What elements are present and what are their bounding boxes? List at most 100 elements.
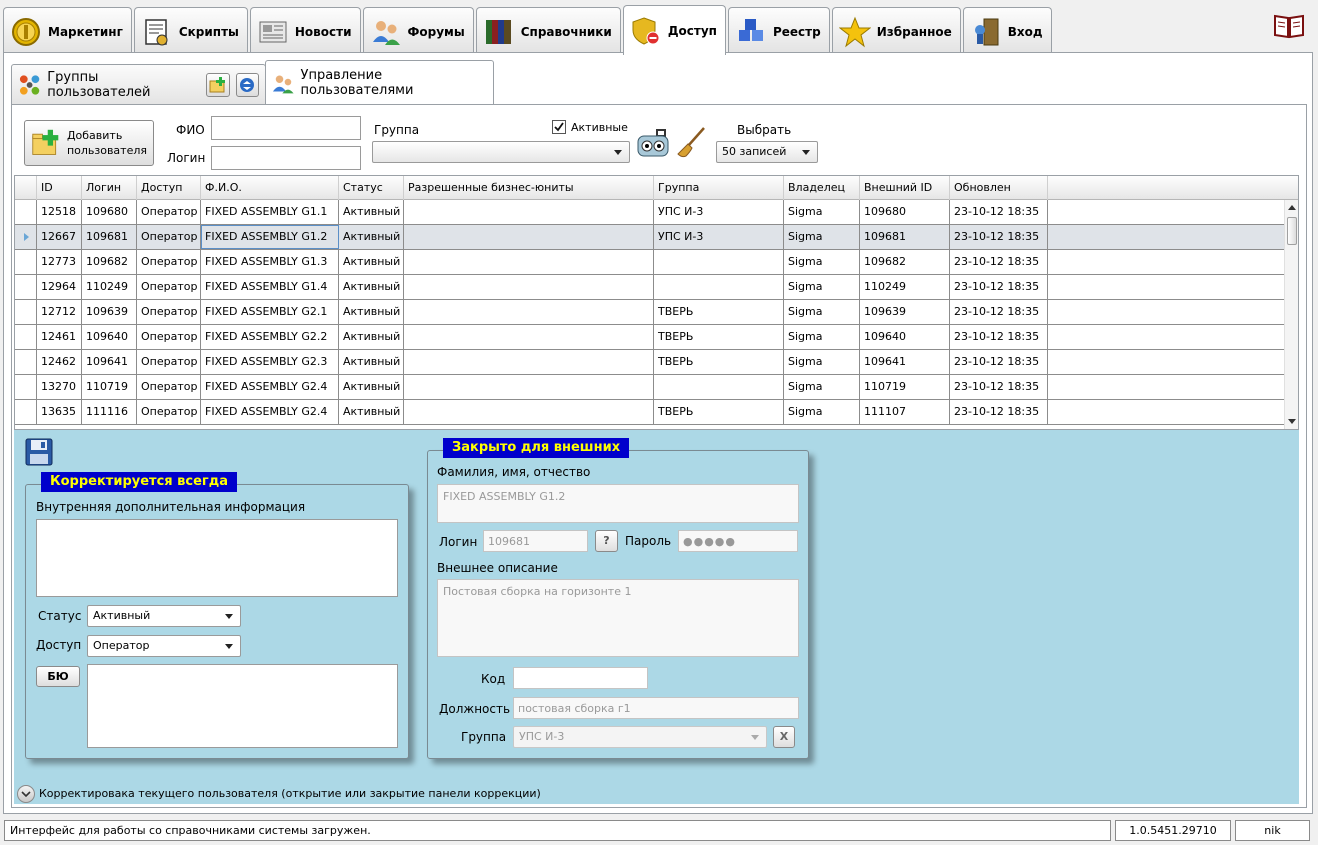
cell-login[interactable]: 109641	[82, 350, 137, 374]
cell-owner[interactable]: Sigma	[784, 300, 860, 324]
cell-updated[interactable]: 23-10-12 18:35	[950, 400, 1048, 424]
cell-business-units[interactable]	[404, 225, 654, 249]
search-robot-icon[interactable]	[636, 126, 670, 160]
cell-updated[interactable]: 23-10-12 18:35	[950, 350, 1048, 374]
cell-status[interactable]: Активный	[339, 325, 404, 349]
cell-id[interactable]: 13270	[37, 375, 82, 399]
table-row[interactable]: 12667 109681 Оператор FIXED ASSEMBLY G1.2 Ак…	[15, 225, 1285, 250]
cell-access[interactable]: Оператор	[137, 250, 201, 274]
cell-status[interactable]: Активный	[339, 300, 404, 324]
cell-id[interactable]: 12667	[37, 225, 82, 249]
table-row[interactable]: 13270 110719 Оператор FIXED ASSEMBLY G2.4 Ак…	[15, 375, 1285, 400]
cell-business-units[interactable]	[404, 300, 654, 324]
login-help-button[interactable]: ?	[595, 530, 618, 552]
cell-owner[interactable]: Sigma	[784, 250, 860, 274]
cell-group[interactable]: ТВЕРЬ	[654, 400, 784, 424]
cell-id[interactable]: 12461	[37, 325, 82, 349]
table-row[interactable]: 12773 109682 Оператор FIXED ASSEMBLY G1.3 Ак…	[15, 250, 1285, 275]
code-field[interactable]	[513, 667, 648, 689]
cell-id[interactable]: 13635	[37, 400, 82, 424]
cell-external-id[interactable]: 110249	[860, 275, 950, 299]
table-row[interactable]: 12964 110249 Оператор FIXED ASSEMBLY G1.4 Ак…	[15, 275, 1285, 300]
cell-fio[interactable]: FIXED ASSEMBLY G2.3	[201, 350, 339, 374]
cell-fio[interactable]: FIXED ASSEMBLY G1.4	[201, 275, 339, 299]
cell-login[interactable]: 110719	[82, 375, 137, 399]
cell-access[interactable]: Оператор	[137, 350, 201, 374]
cell-fio[interactable]: FIXED ASSEMBLY G2.4	[201, 400, 339, 424]
cell-filler[interactable]	[1048, 300, 1285, 324]
cell-business-units[interactable]	[404, 325, 654, 349]
cell-filler[interactable]	[1048, 275, 1285, 299]
cell-fio[interactable]: FIXED ASSEMBLY G2.4	[201, 375, 339, 399]
cell-business-units[interactable]	[404, 275, 654, 299]
cell-group[interactable]	[654, 275, 784, 299]
cell-owner[interactable]: Sigma	[784, 375, 860, 399]
cell-external-id[interactable]: 109639	[860, 300, 950, 324]
cell-login[interactable]: 109680	[82, 200, 137, 224]
expander-toggle[interactable]	[17, 785, 35, 803]
cell-filler[interactable]	[1048, 375, 1285, 399]
book-help-icon[interactable]	[1273, 13, 1305, 39]
cell-id[interactable]: 12462	[37, 350, 82, 374]
cell-login[interactable]: 109639	[82, 300, 137, 324]
column-header-login[interactable]: Логин	[82, 176, 137, 200]
row-header[interactable]	[15, 275, 37, 299]
cell-updated[interactable]: 23-10-12 18:35	[950, 375, 1048, 399]
add-group-button[interactable]	[206, 72, 230, 97]
cell-access[interactable]: Оператор	[137, 375, 201, 399]
group-filter-select[interactable]	[372, 141, 630, 163]
cell-login[interactable]: 109682	[82, 250, 137, 274]
cell-status[interactable]: Активный	[339, 200, 404, 224]
cell-owner[interactable]: Sigma	[784, 225, 860, 249]
row-header[interactable]	[15, 250, 37, 274]
tab-news[interactable]: Новости	[249, 7, 361, 55]
column-header-id[interactable]: ID	[37, 176, 82, 200]
cell-filler[interactable]	[1048, 225, 1285, 249]
cell-external-id[interactable]: 109682	[860, 250, 950, 274]
table-row[interactable]: 12712 109639 Оператор FIXED ASSEMBLY G2.1 Ак…	[15, 300, 1285, 325]
tab-access[interactable]: Доступ	[622, 5, 726, 55]
cell-fio[interactable]: FIXED ASSEMBLY G2.2	[201, 325, 339, 349]
cell-status[interactable]: Активный	[339, 350, 404, 374]
cell-login[interactable]: 110249	[82, 275, 137, 299]
cell-group[interactable]: УПС И-3	[654, 200, 784, 224]
scroll-down-arrow[interactable]	[1288, 419, 1296, 424]
cell-group[interactable]: УПС И-3	[654, 225, 784, 249]
cell-external-id[interactable]: 109641	[860, 350, 950, 374]
cell-owner[interactable]: Sigma	[784, 350, 860, 374]
row-header[interactable]	[15, 200, 37, 224]
access-select[interactable]: Оператор	[87, 635, 241, 657]
row-header[interactable]	[15, 350, 37, 374]
cell-business-units[interactable]	[404, 200, 654, 224]
row-header[interactable]	[15, 325, 37, 349]
cell-fio[interactable]: FIXED ASSEMBLY G2.1	[201, 300, 339, 324]
cell-owner[interactable]: Sigma	[784, 400, 860, 424]
tab-user-groups[interactable]: Группы пользователей	[11, 64, 266, 104]
cell-access[interactable]: Оператор	[137, 200, 201, 224]
column-header-updated[interactable]: Обновлен	[950, 176, 1048, 200]
cell-external-id[interactable]: 110719	[860, 375, 950, 399]
cell-business-units[interactable]	[404, 350, 654, 374]
cell-access[interactable]: Оператор	[137, 400, 201, 424]
fio-filter-input[interactable]	[211, 116, 361, 140]
internal-info-textarea[interactable]	[36, 519, 398, 597]
table-row[interactable]: 12462 109641 Оператор FIXED ASSEMBLY G2.3 Ак…	[15, 350, 1285, 375]
cell-status[interactable]: Активный	[339, 275, 404, 299]
cell-business-units[interactable]	[404, 375, 654, 399]
tab-login[interactable]: Вход	[962, 7, 1052, 55]
cell-updated[interactable]: 23-10-12 18:35	[950, 250, 1048, 274]
cell-group[interactable]	[654, 375, 784, 399]
login-filter-input[interactable]	[211, 146, 361, 170]
tab-references[interactable]: Справочники	[475, 7, 621, 55]
cell-login[interactable]: 111116	[82, 400, 137, 424]
cell-access[interactable]: Оператор	[137, 325, 201, 349]
cell-fio[interactable]: FIXED ASSEMBLY G1.1	[201, 200, 339, 224]
cell-filler[interactable]	[1048, 250, 1285, 274]
cell-status[interactable]: Активный	[339, 400, 404, 424]
cell-business-units[interactable]	[404, 250, 654, 274]
cell-external-id[interactable]: 111107	[860, 400, 950, 424]
cell-status[interactable]: Активный	[339, 250, 404, 274]
tab-marketing[interactable]: Маркетинг	[3, 7, 132, 55]
tab-user-management[interactable]: Управление пользователями	[265, 60, 494, 104]
cell-updated[interactable]: 23-10-12 18:35	[950, 275, 1048, 299]
